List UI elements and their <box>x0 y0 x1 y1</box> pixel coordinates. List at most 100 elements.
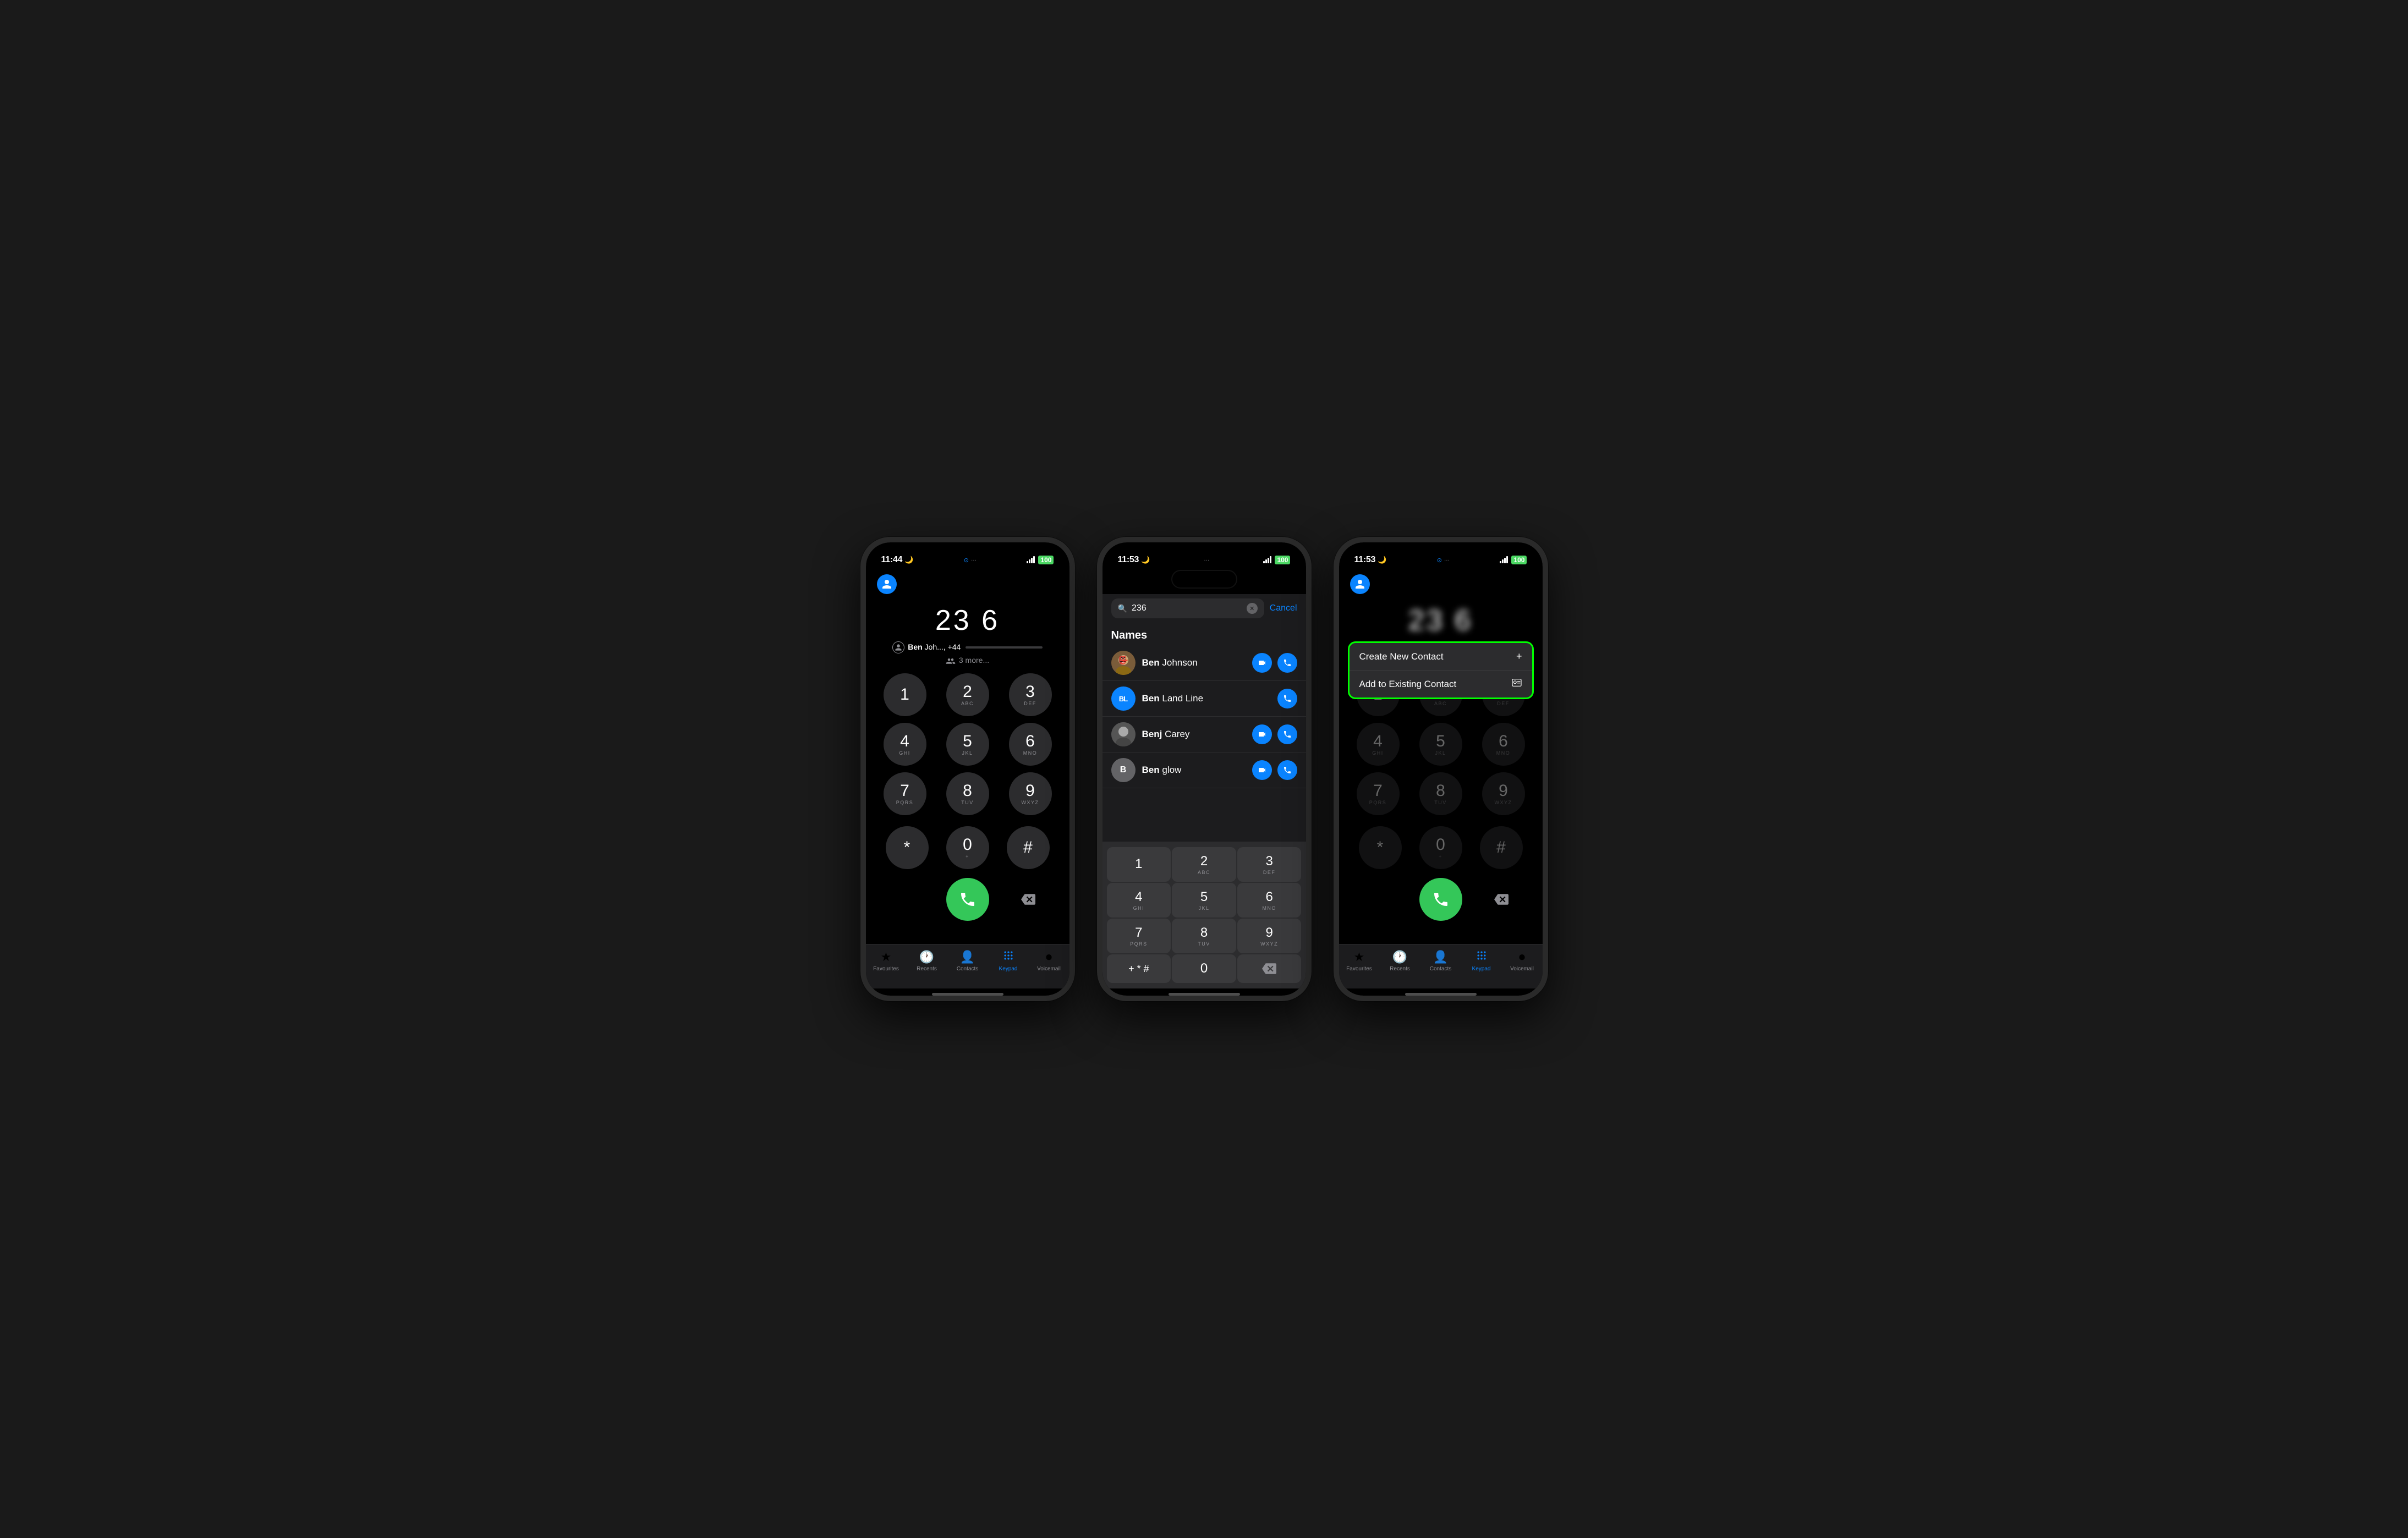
contact-row-benglow[interactable]: B Ben glow <box>1102 752 1306 788</box>
name-rest-3: Carey <box>1165 729 1189 739</box>
star-icon: ★ <box>881 950 892 964</box>
key-0-3[interactable]: 0+ <box>1419 826 1462 869</box>
delete-button-3[interactable] <box>1471 892 1532 907</box>
contact-row-ben-landline[interactable]: BL Ben Land Line <box>1102 681 1306 717</box>
phone-frame-1: 11:44 🌙 ⊙ ··· 100 <box>860 537 1075 1001</box>
sk-key-8[interactable]: 8TUV <box>1172 919 1236 953</box>
clock-icon-3: 🕐 <box>1392 950 1407 964</box>
tab-contacts-3[interactable]: 👤 Contacts <box>1424 950 1457 972</box>
phone-3: 11:53 🌙 ⊙ ··· 100 <box>1334 537 1548 1001</box>
contact-row-ben-johnson[interactable]: 👺 Ben Johnson <box>1102 645 1306 681</box>
key-8[interactable]: 8TUV <box>946 772 989 815</box>
key-9[interactable]: 9WXYZ <box>1009 772 1052 815</box>
phone-frame-3: 11:53 🌙 ⊙ ··· 100 <box>1334 537 1548 1001</box>
call-button-3[interactable] <box>1419 878 1462 921</box>
add-to-existing-contact-button[interactable]: Add to Existing Contact <box>1350 671 1532 697</box>
key-5[interactable]: 5JKL <box>946 723 989 766</box>
volume-up-button[interactable] <box>860 630 861 663</box>
video-call-button-1[interactable] <box>1252 653 1272 673</box>
video-call-button-3[interactable] <box>1252 724 1272 744</box>
wifi-icon-2 <box>1263 557 1271 563</box>
tab-label-favourites-3: Favourites <box>1346 966 1372 972</box>
sk-delete[interactable] <box>1237 954 1302 983</box>
contact-row-benj-carey[interactable]: Benj Carey <box>1102 717 1306 752</box>
contact-name-rest: Joh..., <box>925 642 948 651</box>
tab-contacts-1[interactable]: 👤 Contacts <box>951 950 984 972</box>
power-button-2[interactable] <box>1311 652 1312 707</box>
contact-actions-2 <box>1277 689 1297 708</box>
more-contacts-1: 3 more... <box>877 656 1058 664</box>
contact-number-bar <box>966 646 1043 649</box>
video-call-button-4[interactable] <box>1252 760 1272 780</box>
sk-key-4[interactable]: 4GHI <box>1107 883 1171 918</box>
tab-keypad-3[interactable]: Keypad <box>1465 950 1498 972</box>
create-new-contact-button[interactable]: Create New Contact + <box>1350 643 1532 671</box>
battery-badge-2: 100 <box>1275 556 1290 564</box>
call-button-1[interactable] <box>1277 653 1297 673</box>
key-star[interactable]: * <box>886 826 929 869</box>
sk-key-6[interactable]: 6MNO <box>1237 883 1302 918</box>
search-input-wrap[interactable]: 🔍 236 ✕ <box>1111 598 1264 618</box>
contact-number: +44 <box>948 642 961 651</box>
tab-voicemail-1[interactable]: ⏺ Voicemail <box>1033 950 1066 972</box>
user-avatar-3 <box>1350 574 1370 594</box>
volume-down-button-2[interactable] <box>1097 674 1098 707</box>
user-avatar <box>877 574 897 594</box>
key-7-3[interactable]: 7PQRS <box>1357 772 1400 815</box>
silent-switch[interactable] <box>860 718 861 751</box>
call-button-4[interactable] <box>1277 760 1297 780</box>
call-button-2[interactable] <box>1277 689 1297 708</box>
key-9-3[interactable]: 9WXYZ <box>1482 772 1525 815</box>
tab-voicemail-3[interactable]: ⏺ Voicemail <box>1506 950 1539 972</box>
dots-2: ··· <box>1204 557 1209 563</box>
tab-keypad-1[interactable]: Keypad <box>992 950 1025 972</box>
key-6-3[interactable]: 6MNO <box>1482 723 1525 766</box>
key-8-3[interactable]: 8TUV <box>1419 772 1462 815</box>
tab-recents-3[interactable]: 🕐 Recents <box>1384 950 1417 972</box>
key-4-3[interactable]: 4GHI <box>1357 723 1400 766</box>
home-bar-2 <box>1169 993 1240 996</box>
sk-key-7[interactable]: 7PQRS <box>1107 919 1171 953</box>
key-1[interactable]: 1 <box>884 673 926 716</box>
volume-down-button[interactable] <box>860 674 861 707</box>
call-button-1[interactable] <box>946 878 989 921</box>
tab-label-keypad-3: Keypad <box>1472 966 1491 972</box>
contacts-card-icon <box>1511 678 1522 690</box>
key-3[interactable]: 3DEF <box>1009 673 1052 716</box>
key-7[interactable]: 7PQRS <box>884 772 926 815</box>
contact-actions-1 <box>1252 653 1297 673</box>
tab-favourites-3[interactable]: ★ Favourites <box>1343 950 1376 972</box>
call-button-3[interactable] <box>1277 724 1297 744</box>
sk-zero[interactable]: 0 <box>1172 954 1236 983</box>
dynamic-island-2 <box>1171 570 1237 589</box>
key-6[interactable]: 6MNO <box>1009 723 1052 766</box>
add-to-existing-label: Add to Existing Contact <box>1359 679 1457 690</box>
tab-favourites-1[interactable]: ★ Favourites <box>870 950 903 972</box>
contact-name-benglow: Ben glow <box>1142 765 1246 776</box>
key-5-3[interactable]: 5JKL <box>1419 723 1462 766</box>
search-icon: 🔍 <box>1118 604 1127 613</box>
sk-key-2[interactable]: 2ABC <box>1172 847 1236 882</box>
delete-button-1[interactable] <box>998 892 1058 907</box>
clear-search-button[interactable]: ✕ <box>1247 603 1258 614</box>
volume-up-button-2[interactable] <box>1097 630 1098 663</box>
key-0[interactable]: 0+ <box>946 826 989 869</box>
tab-label-contacts-3: Contacts <box>1430 966 1451 972</box>
spacer-left-3 <box>1350 878 1393 921</box>
person-icon: 👤 <box>960 950 975 964</box>
status-time-2: 11:53 <box>1118 555 1139 565</box>
sk-special[interactable]: + * # <box>1107 954 1171 983</box>
key-hash[interactable]: # <box>1007 826 1050 869</box>
key-2[interactable]: 2ABC <box>946 673 989 716</box>
cancel-button[interactable]: Cancel <box>1270 603 1297 613</box>
sk-key-1[interactable]: 1 <box>1107 847 1171 882</box>
power-button[interactable] <box>1074 652 1075 707</box>
tab-recents-1[interactable]: 🕐 Recents <box>910 950 944 972</box>
sk-key-5[interactable]: 5JKL <box>1172 883 1236 918</box>
key-star-3[interactable]: * <box>1359 826 1402 869</box>
sk-key-3[interactable]: 3DEF <box>1237 847 1302 882</box>
dialed-number-3: 23 6 <box>1350 604 1532 637</box>
key-hash-3[interactable]: # <box>1480 826 1523 869</box>
key-4[interactable]: 4GHI <box>884 723 926 766</box>
sk-key-9[interactable]: 9WXYZ <box>1237 919 1302 953</box>
